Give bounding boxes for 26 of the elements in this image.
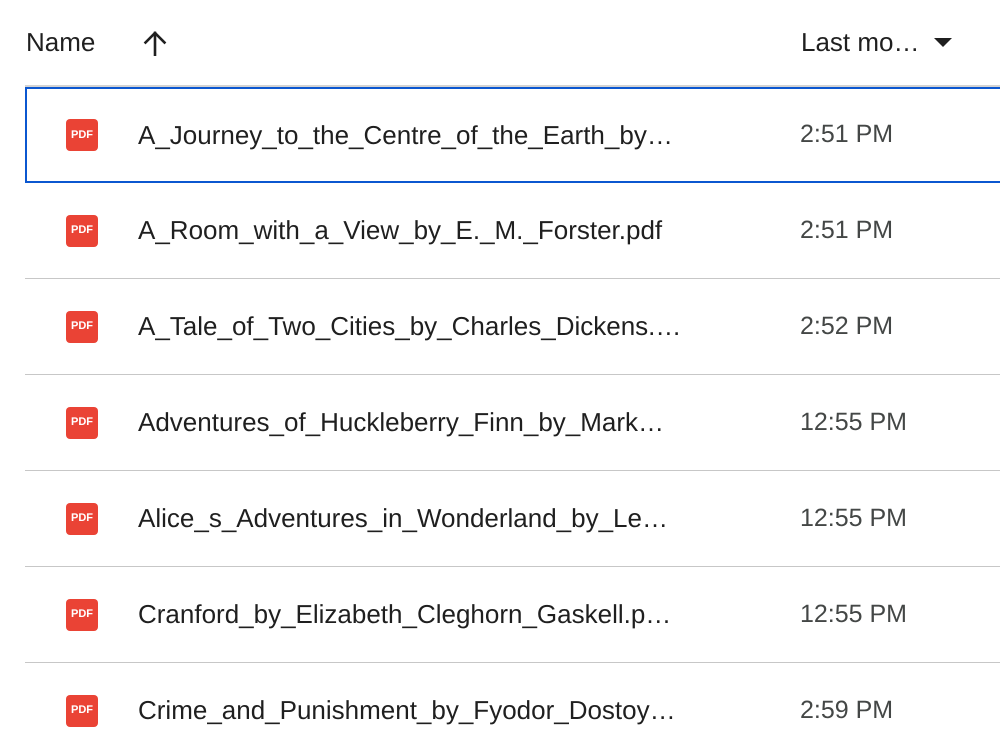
modified-time: 2:51 PM xyxy=(800,119,894,150)
last-modified-column-header[interactable]: Last mo… xyxy=(801,23,920,62)
file-name: Cranford_by_Elizabeth_Cleghorn_Gaskell.p… xyxy=(138,598,672,631)
dropdown-caret-icon[interactable] xyxy=(934,38,952,47)
pdf-file-icon: PDF xyxy=(66,598,98,630)
file-row[interactable]: PDF A_Journey_to_the_Centre_of_the_Earth_by… 2:51 PM xyxy=(25,87,1000,183)
file-name: A_Journey_to_the_Centre_of_the_Earth_by… xyxy=(138,118,673,152)
file-name: A_Tale_of_Two_Cities_by_Charles_Dickens.… xyxy=(138,310,682,343)
modified-time: 12:55 PM xyxy=(800,502,908,534)
name-column-header[interactable]: Name xyxy=(26,23,96,62)
file-name: A_Room_with_a_View_by_E._M._Forster.pdf xyxy=(138,214,662,247)
file-name: Alice_s_Adventures_in_Wonderland_by_Le… xyxy=(138,502,668,535)
pdf-file-icon: PDF xyxy=(66,310,98,342)
pdf-file-icon: PDF xyxy=(66,502,98,534)
file-name: Crime_and_Punishment_by_Fyodor_Dostoy… xyxy=(138,694,676,727)
modified-time: 2:51 PM xyxy=(800,214,894,246)
pdf-file-icon: PDF xyxy=(66,406,98,438)
modified-time: 12:55 PM xyxy=(800,598,908,630)
arrow-up-icon[interactable] xyxy=(143,30,168,56)
pdf-file-icon: PDF xyxy=(66,214,98,246)
modified-time: 2:52 PM xyxy=(800,310,894,342)
modified-time: 2:59 PM xyxy=(800,694,894,726)
modified-time: 12:55 PM xyxy=(800,406,908,438)
pdf-file-icon: PDF xyxy=(66,694,98,726)
pdf-file-icon: PDF xyxy=(66,119,98,151)
file-name: Adventures_of_Huckleberry_Finn_by_Mark… xyxy=(138,406,664,439)
